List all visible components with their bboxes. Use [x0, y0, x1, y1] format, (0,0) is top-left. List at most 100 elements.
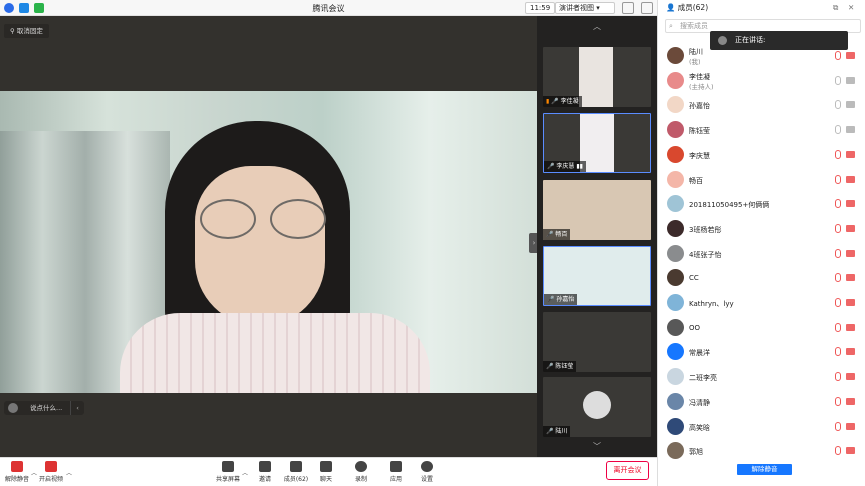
apps-icon [390, 461, 402, 472]
settings-button[interactable]: 设置 [412, 461, 442, 485]
camera-off-icon[interactable] [846, 175, 855, 183]
chat-input[interactable]: 说点什么... ‹ [4, 401, 84, 415]
camera-off-icon[interactable] [846, 249, 855, 257]
layout-icon[interactable] [641, 2, 653, 14]
member-avatar [667, 47, 684, 64]
tile-name: ▮ 🎤 李佳凝 [543, 96, 582, 107]
member-avatar [667, 195, 684, 213]
apps-label: 应用 [389, 476, 402, 483]
member-row[interactable]: 二班李亮 [658, 365, 865, 389]
video-tile[interactable]: 🎤 孙嘉怡 [543, 246, 651, 306]
mic-off-icon[interactable] [835, 199, 841, 209]
unmute-label: 解除静音 [4, 476, 29, 483]
member-row[interactable]: 201811050495+何俩俩 [658, 192, 865, 216]
leave-meeting-button[interactable]: 离开会议 [606, 461, 649, 480]
member-row[interactable]: 郭旭 [658, 439, 865, 463]
camera-off-icon[interactable] [846, 224, 855, 232]
member-row[interactable]: 3班杨若彤 [658, 217, 865, 241]
mic-off-icon[interactable] [835, 149, 841, 159]
invite-button[interactable]: 邀请 [250, 461, 280, 485]
camera-off-icon[interactable] [846, 422, 855, 430]
member-name: 3班杨若彤 [689, 225, 722, 234]
mic-off-icon[interactable] [835, 298, 841, 307]
video-tile[interactable]: ▮ 🎤 李佳凝 [543, 47, 651, 107]
member-row[interactable]: 李庆慧 [658, 143, 865, 167]
unmute-all-button[interactable]: 解除静音 [737, 464, 792, 475]
members-button[interactable]: 成员(62) [281, 461, 311, 485]
unpin-button[interactable]: ⚲ 取消固定 [4, 24, 49, 38]
mic-off-icon[interactable] [835, 248, 841, 258]
mic-off-icon[interactable] [835, 273, 841, 283]
camera-off-icon[interactable] [846, 348, 855, 356]
member-role: (主持人) [689, 82, 714, 91]
video-tile[interactable]: 🎤 畅百 [543, 180, 651, 240]
member-row[interactable]: 陆川 (我) [658, 44, 865, 68]
member-row[interactable]: 4班张子怡 [658, 242, 865, 266]
camera-off-icon[interactable] [846, 323, 855, 331]
member-name: 4班张子怡 [689, 250, 722, 259]
member-name: 冯清静 [689, 398, 710, 407]
record-label: 录制 [354, 476, 367, 483]
camera-off-icon[interactable] [846, 447, 855, 455]
fullscreen-icon[interactable] [622, 2, 634, 14]
record-button[interactable]: 录制 [346, 461, 376, 485]
video-tile[interactable]: 🎤 陆川 [543, 377, 651, 437]
apps-button[interactable]: 应用 [381, 461, 411, 485]
camera-off-icon[interactable] [846, 274, 855, 282]
mic-off-icon[interactable] [835, 396, 841, 406]
camera-off-icon[interactable] [846, 200, 855, 208]
member-row[interactable]: 畅百 [658, 168, 865, 192]
video-tile[interactable]: 🎤 李庆慧 ▮▮ [543, 113, 651, 173]
mic-off-icon[interactable] [835, 347, 841, 357]
mic-off-icon[interactable] [835, 446, 841, 456]
mic-off-icon[interactable] [835, 125, 841, 135]
share-screen-button[interactable]: 共享屏幕 [213, 461, 243, 485]
members-panel: 👤 成员(62) ⧉ ✕ ⌕ 搜索成员 正在讲话: 陆川 (我) 李佳凝 (主持人) 孙… [657, 0, 865, 486]
members-label: 成员(62) [283, 476, 309, 483]
member-avatar [667, 145, 684, 163]
mic-off-icon[interactable] [835, 421, 841, 431]
mic-off-icon[interactable] [835, 223, 841, 233]
camera-off-icon[interactable] [846, 373, 855, 381]
chat-avatar-icon [8, 403, 18, 413]
gear-icon [421, 461, 433, 472]
member-row[interactable]: 李佳凝 (主持人) [658, 69, 865, 93]
member-name: 陈钰莹 [689, 127, 710, 136]
member-row[interactable]: 孙嘉怡 [658, 93, 865, 117]
camera-off-icon[interactable] [846, 76, 855, 84]
chat-collapse-icon[interactable]: ‹ [70, 401, 84, 415]
view-mode-select[interactable]: 演讲者视图 ▾ [555, 2, 615, 14]
member-row[interactable]: 冯清静 [658, 390, 865, 414]
member-avatar [667, 294, 684, 311]
share-options-caret[interactable]: ︿ [242, 468, 248, 477]
member-row[interactable]: 常晨洋 [658, 340, 865, 364]
mic-off-icon[interactable] [835, 51, 841, 60]
mic-off-icon[interactable] [835, 174, 841, 184]
mic-off-icon[interactable] [835, 322, 841, 332]
member-row[interactable]: OO [658, 316, 865, 340]
mic-off-icon[interactable] [835, 100, 841, 110]
member-row[interactable]: CC [658, 266, 865, 290]
popout-icon[interactable]: ⧉ [833, 0, 838, 16]
close-icon[interactable]: ✕ [848, 0, 854, 16]
camera-off-icon[interactable] [846, 150, 855, 158]
video-options-caret[interactable]: ︿ [66, 468, 72, 477]
strip-up-icon[interactable]: ︿ [537, 20, 657, 34]
mic-off-icon[interactable] [835, 372, 841, 382]
member-row[interactable]: 高笑晗 [658, 415, 865, 439]
camera-off-icon[interactable] [846, 299, 855, 306]
camera-off-icon[interactable] [846, 101, 855, 109]
speaker-face [195, 166, 325, 326]
tile-name-text: 陆川 [555, 428, 568, 435]
camera-off-icon[interactable] [846, 52, 855, 59]
strip-down-icon[interactable]: ﹀ [537, 440, 657, 454]
member-row[interactable]: Kathryn、lyy [658, 291, 865, 315]
unmute-button[interactable]: 解除静音 [2, 461, 32, 485]
mic-off-icon[interactable] [835, 75, 841, 85]
member-row[interactable]: 陈钰莹 [658, 118, 865, 142]
video-button[interactable]: 开启视频 [36, 461, 66, 485]
video-tile[interactable]: 🎤 陈钰莹 [543, 312, 651, 372]
chat-button[interactable]: 聊天 [311, 461, 341, 485]
camera-off-icon[interactable] [846, 397, 855, 405]
camera-off-icon[interactable] [846, 126, 855, 134]
